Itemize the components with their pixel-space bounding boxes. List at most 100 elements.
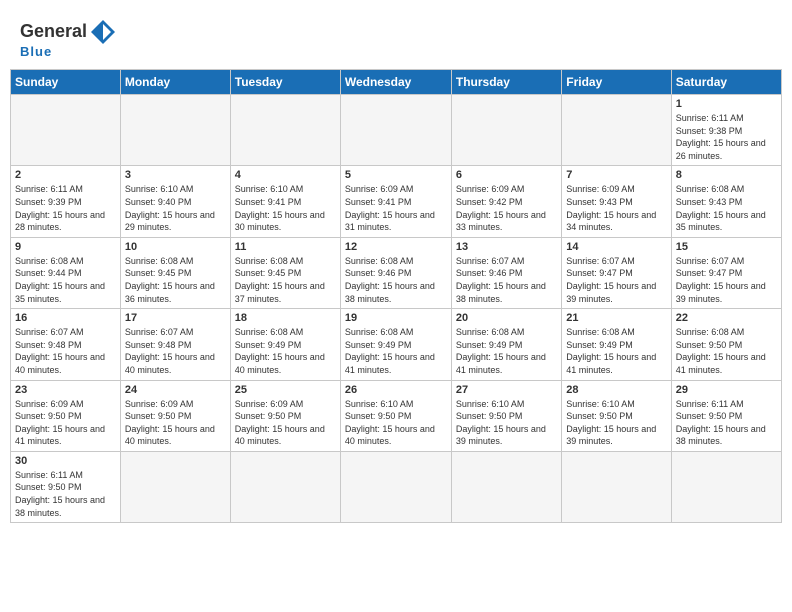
day-number: 19 — [345, 312, 447, 324]
day-number: 14 — [566, 241, 666, 253]
weekday-header-thursday: Thursday — [451, 70, 561, 95]
day-number: 21 — [566, 312, 666, 324]
day-number: 11 — [235, 241, 336, 253]
calendar-week-0: 1 Sunrise: 6:11 AMSunset: 9:38 PMDaylight… — [11, 95, 782, 166]
day-info: Sunrise: 6:07 AMSunset: 9:48 PMDaylight:… — [125, 326, 226, 376]
header: General Blue — [10, 10, 782, 65]
day-number: 4 — [235, 169, 336, 181]
calendar-week-5: 30 Sunrise: 6:11 AMSunset: 9:50 PMDayligh… — [11, 451, 782, 522]
calendar: SundayMondayTuesdayWednesdayThursdayFrid… — [10, 69, 782, 523]
weekday-header-sunday: Sunday — [11, 70, 121, 95]
calendar-cell — [562, 95, 671, 166]
calendar-cell: 14 Sunrise: 6:07 AMSunset: 9:47 PMDayligh… — [562, 237, 671, 308]
calendar-cell: 12Sunrise: 6:08 AMSunset: 9:46 PMDayligh… — [340, 237, 451, 308]
day-info: Sunrise: 6:10 AMSunset: 9:50 PMDaylight:… — [456, 398, 557, 448]
calendar-cell: 13Sunrise: 6:07 AMSunset: 9:46 PMDayligh… — [451, 237, 561, 308]
calendar-cell: 4 Sunrise: 6:10 AMSunset: 9:41 PMDaylight… — [230, 166, 340, 237]
day-number: 15 — [676, 241, 777, 253]
calendar-cell: 1 Sunrise: 6:11 AMSunset: 9:38 PMDaylight… — [671, 95, 781, 166]
day-info: Sunrise: 6:09 AMSunset: 9:50 PMDaylight:… — [235, 398, 336, 448]
calendar-cell: 5Sunrise: 6:09 AMSunset: 9:41 PMDaylight… — [340, 166, 451, 237]
weekday-header-saturday: Saturday — [671, 70, 781, 95]
day-info: Sunrise: 6:08 AMSunset: 9:49 PMDaylight:… — [456, 326, 557, 376]
day-number: 30 — [15, 455, 116, 467]
day-number: 28 — [566, 384, 666, 396]
day-info: Sunrise: 6:08 AMSunset: 9:43 PMDaylight:… — [676, 183, 777, 233]
day-info: Sunrise: 6:07 AMSunset: 9:47 PMDaylight:… — [566, 255, 666, 305]
calendar-cell — [230, 95, 340, 166]
logo-icon — [89, 18, 117, 46]
day-number: 3 — [125, 169, 226, 181]
calendar-cell: 17 Sunrise: 6:07 AMSunset: 9:48 PMDayligh… — [120, 309, 230, 380]
calendar-cell: 18Sunrise: 6:08 AMSunset: 9:49 PMDayligh… — [230, 309, 340, 380]
calendar-cell — [671, 451, 781, 522]
day-info: Sunrise: 6:08 AMSunset: 9:50 PMDaylight:… — [676, 326, 777, 376]
calendar-cell: 15 Sunrise: 6:07 AMSunset: 9:47 PMDayligh… — [671, 237, 781, 308]
calendar-week-4: 23 Sunrise: 6:09 AMSunset: 9:50 PMDayligh… — [11, 380, 782, 451]
day-number: 25 — [235, 384, 336, 396]
day-number: 10 — [125, 241, 226, 253]
calendar-cell: 26Sunrise: 6:10 AMSunset: 9:50 PMDayligh… — [340, 380, 451, 451]
calendar-cell — [230, 451, 340, 522]
day-info: Sunrise: 6:09 AMSunset: 9:50 PMDaylight:… — [125, 398, 226, 448]
day-info: Sunrise: 6:08 AMSunset: 9:49 PMDaylight:… — [566, 326, 666, 376]
day-number: 12 — [345, 241, 447, 253]
day-number: 8 — [676, 169, 777, 181]
calendar-cell: 19 Sunrise: 6:08 AMSunset: 9:49 PMDayligh… — [340, 309, 451, 380]
calendar-cell — [340, 451, 451, 522]
day-number: 24 — [125, 384, 226, 396]
day-info: Sunrise: 6:08 AMSunset: 9:45 PMDaylight:… — [125, 255, 226, 305]
calendar-cell — [11, 95, 121, 166]
calendar-cell — [340, 95, 451, 166]
calendar-cell: 2 Sunrise: 6:11 AMSunset: 9:39 PMDaylight… — [11, 166, 121, 237]
calendar-cell: 25 Sunrise: 6:09 AMSunset: 9:50 PMDayligh… — [230, 380, 340, 451]
day-info: Sunrise: 6:09 AMSunset: 9:50 PMDaylight:… — [15, 398, 116, 448]
weekday-header-wednesday: Wednesday — [340, 70, 451, 95]
calendar-week-2: 9Sunrise: 6:08 AMSunset: 9:44 PMDaylight… — [11, 237, 782, 308]
day-number: 23 — [15, 384, 116, 396]
weekday-header-monday: Monday — [120, 70, 230, 95]
day-info: Sunrise: 6:10 AMSunset: 9:40 PMDaylight:… — [125, 183, 226, 233]
calendar-week-3: 16 Sunrise: 6:07 AMSunset: 9:48 PMDayligh… — [11, 309, 782, 380]
day-info: Sunrise: 6:09 AMSunset: 9:41 PMDaylight:… — [345, 183, 447, 233]
calendar-cell: 6 Sunrise: 6:09 AMSunset: 9:42 PMDaylight… — [451, 166, 561, 237]
calendar-cell — [562, 451, 671, 522]
logo-text: General — [20, 22, 87, 42]
calendar-cell: 20 Sunrise: 6:08 AMSunset: 9:49 PMDayligh… — [451, 309, 561, 380]
calendar-cell: 8 Sunrise: 6:08 AMSunset: 9:43 PMDaylight… — [671, 166, 781, 237]
day-info: Sunrise: 6:10 AMSunset: 9:50 PMDaylight:… — [566, 398, 666, 448]
day-info: Sunrise: 6:09 AMSunset: 9:43 PMDaylight:… — [566, 183, 666, 233]
logo: General Blue — [20, 18, 117, 59]
weekday-header-friday: Friday — [562, 70, 671, 95]
calendar-cell: 9Sunrise: 6:08 AMSunset: 9:44 PMDaylight… — [11, 237, 121, 308]
day-info: Sunrise: 6:09 AMSunset: 9:42 PMDaylight:… — [456, 183, 557, 233]
calendar-cell: 22 Sunrise: 6:08 AMSunset: 9:50 PMDayligh… — [671, 309, 781, 380]
calendar-cell: 24 Sunrise: 6:09 AMSunset: 9:50 PMDayligh… — [120, 380, 230, 451]
day-info: Sunrise: 6:10 AMSunset: 9:41 PMDaylight:… — [235, 183, 336, 233]
day-number: 22 — [676, 312, 777, 324]
day-info: Sunrise: 6:08 AMSunset: 9:45 PMDaylight:… — [235, 255, 336, 305]
calendar-cell: 27Sunrise: 6:10 AMSunset: 9:50 PMDayligh… — [451, 380, 561, 451]
day-number: 13 — [456, 241, 557, 253]
day-info: Sunrise: 6:11 AMSunset: 9:38 PMDaylight:… — [676, 112, 777, 162]
day-info: Sunrise: 6:11 AMSunset: 9:39 PMDaylight:… — [15, 183, 116, 233]
calendar-cell: 28 Sunrise: 6:10 AMSunset: 9:50 PMDayligh… — [562, 380, 671, 451]
day-number: 26 — [345, 384, 447, 396]
calendar-cell — [451, 451, 561, 522]
day-info: Sunrise: 6:08 AMSunset: 9:49 PMDaylight:… — [235, 326, 336, 376]
calendar-cell: 10 Sunrise: 6:08 AMSunset: 9:45 PMDayligh… — [120, 237, 230, 308]
day-number: 17 — [125, 312, 226, 324]
day-info: Sunrise: 6:07 AMSunset: 9:47 PMDaylight:… — [676, 255, 777, 305]
calendar-cell: 21 Sunrise: 6:08 AMSunset: 9:49 PMDayligh… — [562, 309, 671, 380]
calendar-cell: 23 Sunrise: 6:09 AMSunset: 9:50 PMDayligh… — [11, 380, 121, 451]
day-number: 6 — [456, 169, 557, 181]
calendar-cell — [120, 95, 230, 166]
day-info: Sunrise: 6:08 AMSunset: 9:49 PMDaylight:… — [345, 326, 447, 376]
day-number: 2 — [15, 169, 116, 181]
day-number: 16 — [15, 312, 116, 324]
calendar-cell: 3 Sunrise: 6:10 AMSunset: 9:40 PMDaylight… — [120, 166, 230, 237]
day-info: Sunrise: 6:11 AMSunset: 9:50 PMDaylight:… — [15, 469, 116, 519]
day-number: 20 — [456, 312, 557, 324]
logo-blue-text: Blue — [20, 44, 117, 59]
day-number: 1 — [676, 98, 777, 110]
